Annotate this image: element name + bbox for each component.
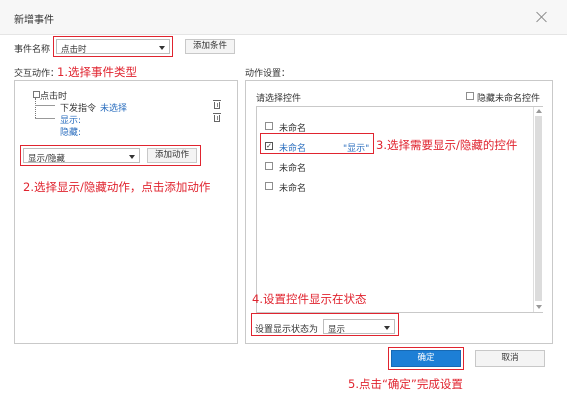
event-name-label: 事件名称 (14, 45, 51, 55)
tree-node-icon (33, 91, 40, 98)
trash-icon[interactable] (213, 113, 221, 122)
tree-branch-line (35, 105, 55, 106)
annotation-step-5: 5.点击“确定”完成设置 (348, 377, 463, 391)
action-settings-label: 动作设置： (245, 69, 291, 79)
hide-unnamed-label: 隐藏未命名控件 (477, 94, 541, 104)
scroll-thumb[interactable] (535, 116, 542, 301)
dialog-title: 新增事件 (14, 15, 54, 26)
interaction-panel: 点击时 下发指令 未选择 显示: 隐藏: (14, 80, 238, 344)
tree-hide-label[interactable]: 隐藏: (60, 125, 81, 138)
control-checkbox[interactable] (265, 162, 273, 170)
annotation-step-3: 3.选择需要显示/隐藏的控件 (376, 138, 518, 152)
control-checkbox[interactable] (265, 122, 273, 130)
highlight-action (20, 145, 201, 166)
annotation-step-1: 1.选择事件类型 (57, 65, 137, 79)
list-scrollbar[interactable] (533, 107, 543, 312)
scroll-up-icon[interactable] (536, 109, 542, 113)
control-name: 未命名 (279, 184, 307, 194)
scroll-down-icon[interactable] (536, 305, 542, 309)
interaction-label: 交互动作： (14, 69, 60, 79)
annotation-step-4: 4.设置控件显示在状态 (252, 292, 367, 306)
control-name: 未命名 (279, 164, 307, 174)
new-event-dialog: 新增事件 事件名称 点击时 添加条件 1.选择事件类型 交互动作： 动作设置： … (0, 0, 567, 380)
tree-line (35, 98, 37, 118)
add-condition-button[interactable]: 添加条件 (185, 39, 235, 54)
annotation-step-2: 2.选择显示/隐藏动作，点击添加动作 (23, 180, 211, 194)
tree-command-value[interactable]: 未选择 (100, 101, 127, 114)
dialog-titlebar: 新增事件 (0, 0, 567, 35)
close-icon[interactable] (535, 10, 549, 24)
trash-icon[interactable] (213, 100, 221, 109)
control-checkbox[interactable] (265, 182, 273, 190)
highlight-display-state (251, 313, 399, 336)
tree-branch-line (35, 118, 55, 119)
highlight-ok (388, 347, 464, 370)
highlight-event-type (53, 36, 173, 57)
cancel-button[interactable]: 取消 (475, 350, 545, 367)
select-control-label: 请选择控件 (256, 94, 302, 104)
hide-unnamed-checkbox[interactable] (466, 92, 474, 100)
highlight-control (260, 133, 374, 154)
